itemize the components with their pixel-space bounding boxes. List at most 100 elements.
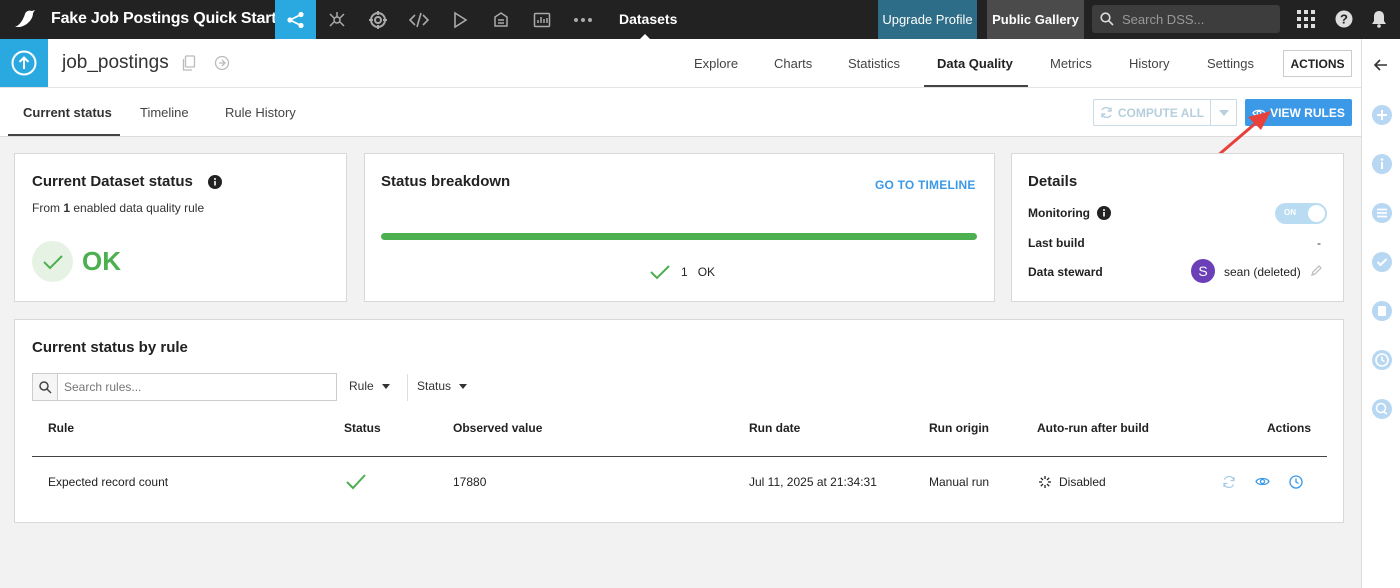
auto-run-disabled-icon (1038, 475, 1052, 489)
dataset-upload-icon (0, 39, 48, 87)
data-quality-subtabs: Current status Timeline Rule History COM… (0, 88, 1361, 137)
add-icon[interactable] (1371, 104, 1393, 126)
caret-down-icon (381, 383, 390, 389)
check-icon[interactable] (1371, 251, 1393, 273)
rule-search-input[interactable] (64, 379, 324, 395)
lab-icon[interactable] (316, 0, 357, 39)
dataset-name: job_postings (62, 52, 169, 73)
info-icon[interactable] (1371, 153, 1393, 175)
observed-value: 17880 (453, 475, 487, 489)
view-rules-label: VIEW RULES (1270, 105, 1345, 120)
help-icon[interactable]: ? (1335, 10, 1353, 28)
card-title: Details (1028, 173, 1078, 190)
card-title: Current status by rule (32, 339, 188, 356)
current-dataset-status-card: Current Dataset status From 1 enabled da… (14, 153, 347, 302)
ok-check-icon (345, 473, 367, 491)
column-header-run-origin[interactable]: Run origin (929, 421, 989, 435)
rule-filter-dropdown[interactable]: Rule (349, 379, 390, 393)
tab-statistics[interactable]: Statistics (848, 56, 900, 71)
compute-all-label: COMPUTE ALL (1117, 105, 1205, 120)
filter-divider (407, 374, 408, 401)
rule-name[interactable]: Expected record count (48, 475, 168, 489)
run-icon[interactable] (439, 0, 480, 39)
status-by-rule-card: Current status by rule Rule Status Rule … (14, 319, 1344, 523)
avatar: S (1191, 259, 1215, 283)
refresh-icon (1101, 106, 1112, 119)
wiki-icon[interactable] (480, 0, 521, 39)
column-header-observed-value[interactable]: Observed value (453, 421, 542, 435)
tab-data-quality[interactable]: Data Quality (937, 56, 1013, 71)
lab-assistant-icon[interactable] (1371, 300, 1393, 322)
ok-check-icon (32, 241, 73, 282)
tab-settings[interactable]: Settings (1207, 56, 1254, 71)
status-legend: 1 OK (649, 264, 715, 280)
dataset-header: job_postings Explore Charts Statistics D… (0, 39, 1361, 88)
active-subtab-indicator (8, 134, 120, 136)
tab-history[interactable]: History (1129, 56, 1169, 71)
dataiku-bird-logo[interactable] (14, 9, 36, 29)
view-rule-eye-icon[interactable] (1255, 476, 1270, 487)
tab-metrics[interactable]: Metrics (1050, 56, 1092, 71)
caret-down-icon (459, 383, 468, 389)
table-header-divider (32, 456, 1327, 457)
public-gallery-button[interactable]: Public Gallery (987, 0, 1084, 39)
share-icon[interactable] (214, 55, 230, 71)
datasets-nav-label[interactable]: Datasets (619, 11, 677, 27)
edit-pencil-icon[interactable] (1311, 265, 1322, 276)
flow-icon[interactable] (275, 0, 316, 39)
copy-icon[interactable] (182, 55, 196, 71)
card-title: Current Dataset status (32, 173, 193, 190)
code-icon[interactable] (398, 0, 439, 39)
rule-history-clock-icon[interactable] (1289, 475, 1303, 489)
card-title: Status breakdown (381, 173, 511, 190)
compute-all-button[interactable]: COMPUTE ALL (1093, 99, 1211, 126)
global-search-input[interactable] (1122, 10, 1272, 28)
rule-search[interactable] (32, 373, 337, 401)
deploy-icon[interactable] (357, 0, 398, 39)
ok-count: 1 (681, 265, 688, 279)
status-subtitle: From 1 enabled data quality rule (32, 201, 205, 215)
actions-button[interactable]: ACTIONS (1283, 50, 1352, 77)
subtab-current-status[interactable]: Current status (23, 105, 112, 120)
run-date: Jul 11, 2025 at 21:34:31 (749, 475, 877, 489)
tab-explore[interactable]: Explore (694, 56, 738, 71)
status-breakdown-card: Status breakdown GO TO TIMELINE 1 OK (364, 153, 995, 302)
subtab-timeline[interactable]: Timeline (140, 105, 189, 120)
tab-charts[interactable]: Charts (774, 56, 812, 71)
overall-status: OK (82, 246, 121, 276)
ok-label: OK (697, 265, 716, 279)
svg-text:?: ? (1340, 12, 1348, 27)
column-header-auto-run[interactable]: Auto-run after build (1037, 421, 1149, 435)
ok-check-icon (650, 265, 670, 280)
search-icon (1100, 12, 1114, 26)
monitoring-toggle[interactable]: ON (1275, 203, 1327, 224)
column-header-status[interactable]: Status (344, 421, 381, 435)
run-origin: Manual run (929, 475, 990, 489)
discussions-icon[interactable] (1371, 398, 1393, 420)
column-header-rule[interactable]: Rule (48, 421, 74, 435)
notifications-bell-icon[interactable] (1371, 10, 1387, 28)
info-icon[interactable] (208, 175, 222, 189)
rule-filter-label: Rule (349, 379, 374, 393)
column-header-actions: Actions (1267, 421, 1312, 435)
upgrade-profile-button[interactable]: Upgrade Profile (878, 0, 977, 39)
global-search[interactable] (1092, 5, 1280, 33)
collapse-arrow-icon[interactable] (1371, 57, 1391, 73)
subtab-rule-history[interactable]: Rule History (225, 105, 296, 120)
apps-grid-icon[interactable] (1297, 10, 1315, 28)
search-icon (33, 374, 58, 400)
right-sidebar (1361, 39, 1400, 588)
info-icon[interactable] (1097, 206, 1111, 220)
status-filter-dropdown[interactable]: Status (417, 379, 468, 393)
timeline-clock-icon[interactable] (1371, 349, 1393, 371)
go-to-timeline-link[interactable]: GO TO TIMELINE (875, 178, 976, 192)
dashboard-icon[interactable] (521, 0, 562, 39)
toggle-knob (1308, 205, 1325, 222)
recompute-icon[interactable] (1222, 475, 1236, 489)
details-list-icon[interactable] (1371, 202, 1393, 224)
monitoring-label: Monitoring (1028, 206, 1090, 220)
column-header-run-date[interactable]: Run date (749, 421, 800, 435)
data-steward-label: Data steward (1028, 265, 1103, 279)
more-icon[interactable] (562, 0, 603, 39)
project-title[interactable]: Fake Job Postings Quick Start (51, 10, 277, 28)
